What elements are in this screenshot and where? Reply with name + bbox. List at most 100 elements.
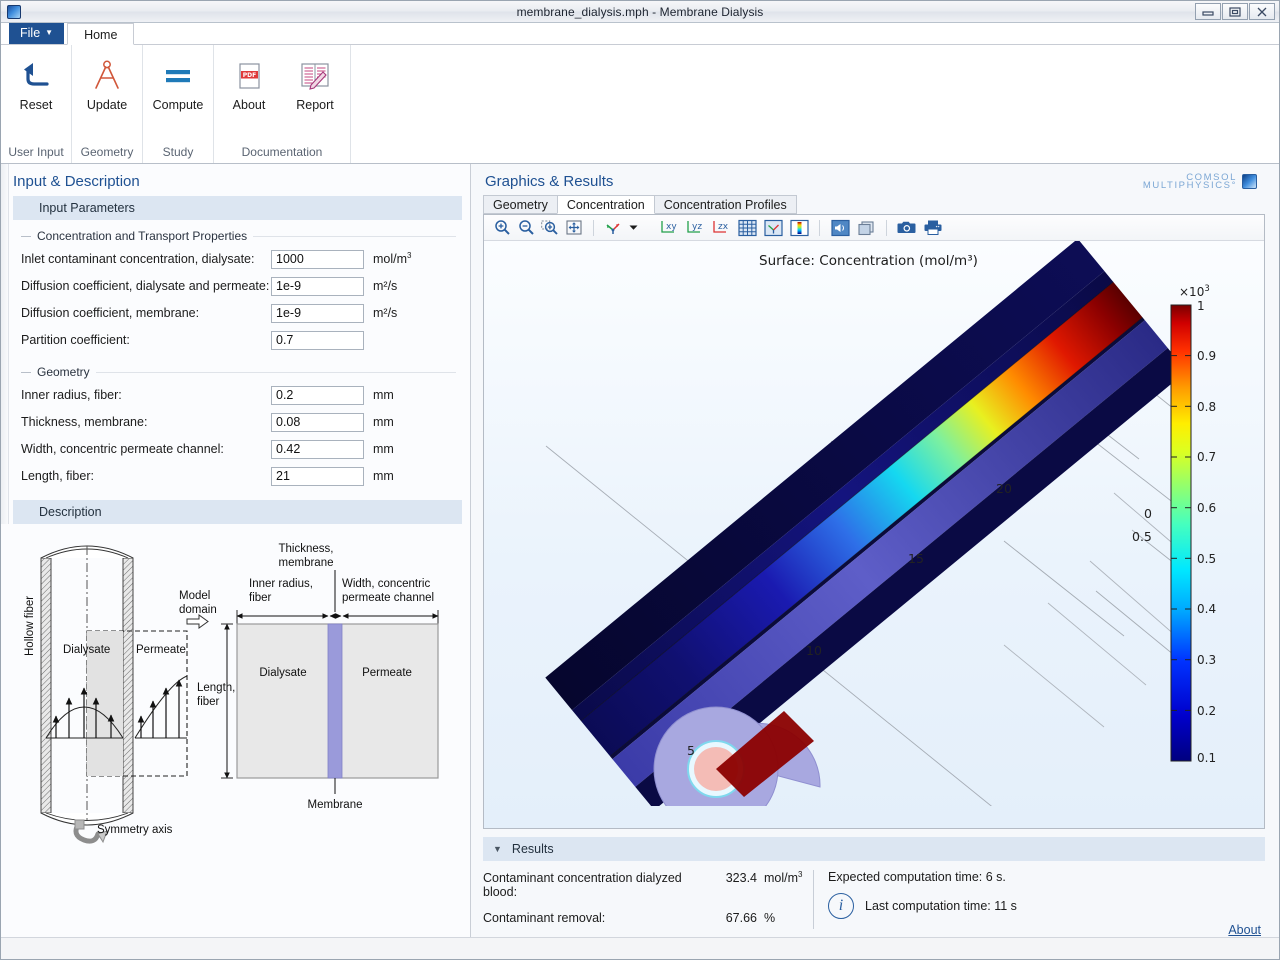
last-computation-row: i Last computation time: 11 s xyxy=(828,893,1265,919)
camera-icon[interactable] xyxy=(896,218,918,238)
tab-geometry[interactable]: Geometry xyxy=(483,195,558,214)
ribbon-tab-strip: File ▼ Home xyxy=(1,23,1279,45)
color-legend-icon[interactable] xyxy=(788,218,810,238)
scene-light-icon[interactable] xyxy=(829,218,851,238)
chevron-down-icon[interactable] xyxy=(627,218,639,238)
axis-orientation-icon[interactable] xyxy=(762,218,784,238)
report-button[interactable]: Report xyxy=(282,45,348,145)
svg-text:zx: zx xyxy=(718,222,729,232)
window-title: membrane_dialysis.mph - Membrane Dialysi… xyxy=(1,5,1279,19)
tab-concentration-label: Concentration xyxy=(567,198,645,212)
tab-concentration-profiles[interactable]: Concentration Profiles xyxy=(654,195,797,214)
close-icon[interactable] xyxy=(1249,3,1275,20)
field-diffusion-dialysate: Diffusion coefficient, dialysate and per… xyxy=(21,275,470,297)
field-label: Length, fiber: xyxy=(21,469,271,483)
diffusion-dialysate-input[interactable] xyxy=(271,277,364,296)
label-symmetry-axis: Symmetry axis xyxy=(97,824,173,836)
result-row-concentration: Contaminant concentration dialyzed blood… xyxy=(483,870,813,899)
view-xy-icon[interactable]: xy xyxy=(658,218,680,238)
diffusion-membrane-input[interactable] xyxy=(271,304,364,323)
width-channel-input[interactable] xyxy=(271,440,364,459)
group-label-geometry-text: Geometry xyxy=(37,365,90,379)
last-computation-time: Last computation time: 11 s xyxy=(865,899,1017,913)
label-width-channel-1: Width, concentric xyxy=(342,578,430,590)
membrane-dialysis-schematic: Hollow fiber xyxy=(1,528,470,858)
graphics-title: Graphics & Results xyxy=(485,173,613,190)
zoom-out-icon[interactable] xyxy=(516,218,536,238)
label-inner-radius-1: Inner radius, xyxy=(249,578,313,590)
view-zx-icon[interactable]: zx xyxy=(710,218,732,238)
zoom-box-icon[interactable] xyxy=(540,218,560,238)
graphics-results-pane: Graphics & Results COMSOL MULTIPHYSICS° … xyxy=(471,164,1279,937)
svg-text:PDF: PDF xyxy=(243,72,256,79)
label-permeate-right: Permeate xyxy=(362,667,412,679)
result-unit: mol/m3 xyxy=(757,870,813,885)
axis-tick-5: 5 xyxy=(687,743,695,758)
field-inlet-concentration: Inlet contaminant concentration, dialysa… xyxy=(21,248,470,270)
color-legend: ×103 xyxy=(1169,303,1253,770)
report-label: Report xyxy=(296,98,334,112)
colorbar-svg xyxy=(1169,303,1253,765)
chevron-down-icon: ▼ xyxy=(45,29,53,37)
field-label: Thickness, membrane: xyxy=(21,415,271,429)
inlet-concentration-input[interactable] xyxy=(271,250,364,269)
minimize-icon[interactable] xyxy=(1195,3,1221,20)
field-unit: mm xyxy=(373,388,394,402)
field-label: Partition coefficient: xyxy=(21,333,271,347)
tab-home-label: Home xyxy=(84,28,117,42)
tab-home[interactable]: Home xyxy=(67,23,134,45)
pdf-document-icon: PDF xyxy=(232,55,266,97)
group-label-geometry: Geometry xyxy=(21,365,456,379)
reset-button[interactable]: Reset xyxy=(3,45,69,145)
thickness-membrane-input[interactable] xyxy=(271,413,364,432)
go-to-default-view-icon[interactable] xyxy=(603,218,623,238)
equals-icon xyxy=(158,55,198,97)
inner-radius-input[interactable] xyxy=(271,386,364,405)
ribbon-group-label-user-input: User Input xyxy=(3,145,69,163)
grid-icon[interactable] xyxy=(736,218,758,238)
graphics-tab-strip: Geometry Concentration Concentration Pro… xyxy=(471,194,1279,214)
label-dialysate-right: Dialysate xyxy=(259,667,306,679)
report-pencil-icon xyxy=(298,55,332,97)
about-label: About xyxy=(233,98,266,112)
plot-title-text: Surface: Concentration (mol/m³) xyxy=(759,253,978,269)
label-thickness-1: Thickness, xyxy=(279,543,334,555)
print-icon[interactable] xyxy=(922,218,944,238)
spacer xyxy=(648,220,649,236)
axis-tick-10: 10 xyxy=(806,643,822,658)
chevron-down-icon: ▼ xyxy=(493,844,502,854)
zoom-extents-icon[interactable] xyxy=(564,218,584,238)
label-membrane: Membrane xyxy=(308,799,363,811)
field-diffusion-membrane: Diffusion coefficient, membrane: m²/s xyxy=(21,302,470,324)
membrane-band xyxy=(328,624,342,778)
field-inner-radius: Inner radius, fiber: mm xyxy=(21,384,470,406)
maximize-icon[interactable] xyxy=(1222,3,1248,20)
colorbar-tick-0.8: 0.8 xyxy=(1197,400,1216,414)
divider xyxy=(96,372,456,373)
update-label: Update xyxy=(87,98,127,112)
field-unit: m²/s xyxy=(373,306,397,320)
about-link[interactable]: About xyxy=(1228,923,1261,937)
tab-concentration[interactable]: Concentration xyxy=(557,195,655,214)
reset-label: Reset xyxy=(20,98,53,112)
tab-file[interactable]: File ▼ xyxy=(9,22,64,44)
update-button[interactable]: Update xyxy=(74,45,140,145)
label-model-domain-2: domain xyxy=(179,604,217,616)
field-label: Diffusion coefficient, membrane: xyxy=(21,306,271,320)
results-label: Results xyxy=(512,842,554,856)
info-icon: i xyxy=(828,893,854,919)
result-label: Contaminant concentration dialyzed blood… xyxy=(483,871,705,899)
zoom-in-icon[interactable] xyxy=(492,218,512,238)
colorbar-tick-0.5: 0.5 xyxy=(1197,552,1216,566)
concentration-plot[interactable]: y x z Surface: Concentration (mol/m³) 0 … xyxy=(484,241,1264,828)
about-button[interactable]: PDF About xyxy=(216,45,282,145)
partition-coefficient-input[interactable] xyxy=(271,331,364,350)
view-yz-icon[interactable]: yz xyxy=(684,218,706,238)
reset-arrow-icon xyxy=(18,55,54,97)
field-length-fiber: Length, fiber: mm xyxy=(21,465,470,487)
compute-button[interactable]: Compute xyxy=(145,45,211,145)
transparency-icon[interactable] xyxy=(855,218,877,238)
length-fiber-input[interactable] xyxy=(271,467,364,486)
section-header-results[interactable]: ▼ Results xyxy=(483,837,1265,861)
ribbon-group-label-geometry: Geometry xyxy=(74,145,140,163)
